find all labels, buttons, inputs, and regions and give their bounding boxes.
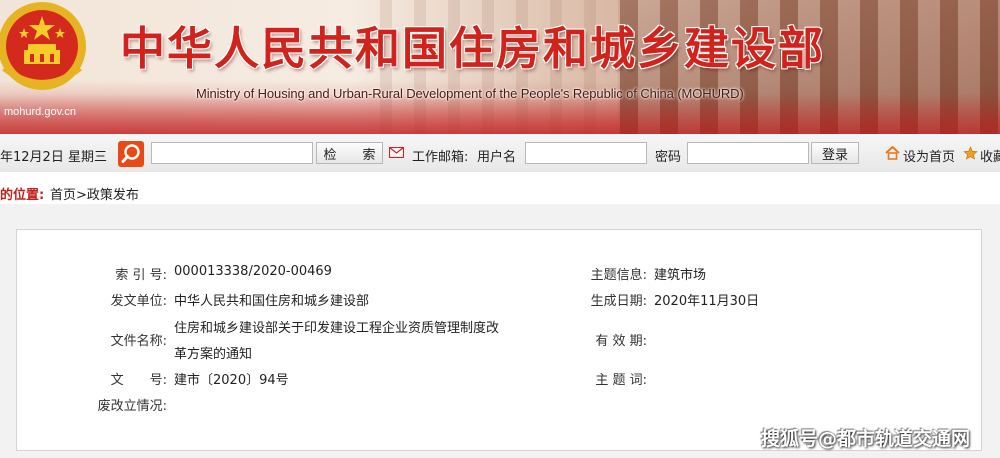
username-input[interactable] xyxy=(525,142,647,164)
docno-label: 文 号: xyxy=(110,373,167,388)
topic-value: 建筑市场 xyxy=(654,268,707,283)
favorite-icon[interactable] xyxy=(963,146,978,160)
password-input[interactable] xyxy=(687,142,809,164)
add-favorite-link[interactable]: 收藏 xyxy=(980,146,1000,165)
status-label: 废改立情况: xyxy=(97,399,167,414)
docno-value: 建市〔2020〕94号 xyxy=(174,373,289,388)
header-banner: mohurd.gov.cn 中华人民共和国住房和城乡建设部 Ministry o… xyxy=(0,0,1000,134)
search-input[interactable] xyxy=(151,142,313,164)
site-title-cn: 中华人民共和国住房和城乡建设部 xyxy=(120,22,826,75)
current-date: 年12月2日 星期三 xyxy=(0,150,107,165)
name-value-line1: 住房和城乡建设部关于印发建设工程企业资质管理制度改 xyxy=(174,321,500,336)
validity-label: 有 效 期: xyxy=(595,334,647,349)
national-emblem-icon xyxy=(0,2,86,90)
password-label: 密码 xyxy=(655,150,682,165)
issuer-label: 发文单位: xyxy=(110,294,167,309)
keyword-label: 主 题 词: xyxy=(595,373,647,388)
site-url: mohurd.gov.cn xyxy=(4,106,76,118)
search-icon[interactable] xyxy=(118,141,144,167)
name-value-line2: 革方案的通知 xyxy=(174,347,253,362)
set-homepage-link[interactable]: 设为首页 xyxy=(903,146,955,165)
index-value: 000013338/2020-00469 xyxy=(174,264,332,279)
work-mail-label: 工作邮箱: xyxy=(412,150,469,165)
breadcrumb xyxy=(0,172,1000,204)
breadcrumb-path[interactable]: 首页>政策发布 xyxy=(50,184,139,203)
home-icon[interactable] xyxy=(885,146,900,160)
search-button[interactable]: 检 索 xyxy=(316,142,383,164)
username-label: 用户名 xyxy=(477,150,517,165)
topic-label: 主题信息: xyxy=(590,268,647,283)
watermark: 搜狐号@都市轨道交通网 xyxy=(761,428,971,450)
login-button[interactable]: 登录 xyxy=(811,142,859,164)
date-label: 生成日期: xyxy=(590,294,647,309)
breadcrumb-label: 的位置: xyxy=(0,188,45,203)
issuer-value: 中华人民共和国住房和城乡建设部 xyxy=(174,294,370,309)
name-label: 文件名称: xyxy=(110,334,167,349)
mail-icon[interactable] xyxy=(389,147,404,158)
site-title-en: Ministry of Housing and Urban-Rural Deve… xyxy=(196,86,744,101)
index-label: 索 引 号: xyxy=(115,268,167,283)
date-value: 2020年11月30日 xyxy=(654,294,760,309)
